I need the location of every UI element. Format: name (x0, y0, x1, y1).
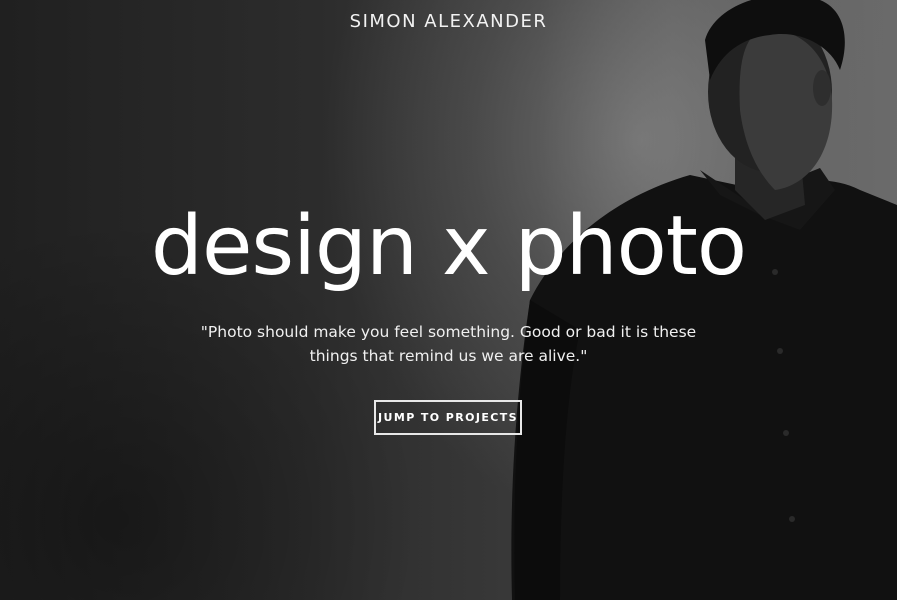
hero-section: SIMON ALEXANDER design x photo "Photo sh… (0, 0, 897, 600)
portrait-photo (511, 0, 897, 600)
hero-quote: "Photo should make you feel something. G… (180, 320, 717, 368)
hero-quote-line-2: things that remind us we are alive." (309, 347, 588, 365)
site-logo-text[interactable]: SIMON ALEXANDER (0, 11, 897, 32)
hero-headline: design x photo (150, 199, 747, 294)
jump-to-projects-button[interactable]: JUMP TO PROJECTS (374, 400, 522, 435)
hero-quote-line-1: "Photo should make you feel something. G… (200, 323, 697, 341)
